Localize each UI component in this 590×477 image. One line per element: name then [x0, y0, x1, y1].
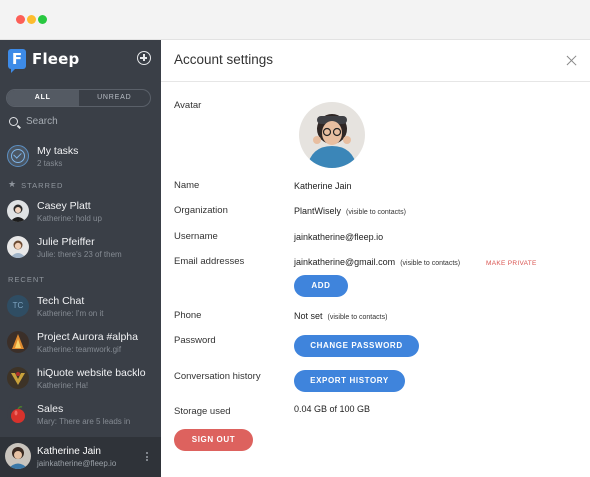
- conversation-preview: Mary: There are 5 leads in: [37, 417, 131, 426]
- conversation-filter: ALL UNREAD: [6, 89, 151, 107]
- sidebar: F Fleep ALL UNREAD Search My tasks 2 tas…: [0, 40, 161, 477]
- phone-label: Phone: [174, 310, 202, 321]
- email-label: Email addresses: [174, 256, 245, 267]
- conversation-name: Project Aurora #alpha: [37, 331, 138, 343]
- avatar-label: Avatar: [174, 100, 202, 111]
- section-label: STARRED: [21, 180, 64, 190]
- search-bar[interactable]: Search: [9, 116, 58, 127]
- current-user-bar[interactable]: Katherine Jain jainkatherine@fleep.io: [0, 437, 161, 477]
- conversation-name: Sales: [37, 403, 64, 415]
- star-icon: ★: [8, 180, 18, 190]
- conversation-item-julie-pfeiffer[interactable]: Julie Pfeiffer Julie: there's 23 of them: [0, 231, 161, 267]
- conversation-preview: Katherine: hold up: [37, 214, 102, 223]
- starred-section-header: ★ STARRED: [8, 180, 63, 190]
- user-name: Katherine Jain: [37, 446, 101, 457]
- more-options-icon[interactable]: [146, 452, 149, 463]
- avatar: [7, 331, 29, 353]
- conversation-name: Casey Platt: [37, 200, 91, 212]
- app-name: Fleep: [32, 50, 80, 68]
- conversation-item-project-aurora[interactable]: Project Aurora #alpha Katherine: teamwor…: [0, 326, 161, 362]
- visibility-note: (visible to contacts): [327, 314, 388, 321]
- conversation-preview: 2 tasks: [37, 159, 63, 168]
- organization-value: PlantWisely (visible to contacts): [294, 206, 406, 216]
- search-icon: [9, 117, 18, 126]
- filter-all-tab[interactable]: ALL: [7, 90, 79, 106]
- conversation-name: Tech Chat: [37, 295, 85, 307]
- make-private-link[interactable]: MAKE PRIVATE: [486, 260, 537, 267]
- storage-label: Storage used: [174, 406, 231, 417]
- conversation-item-hiquote[interactable]: hiQuote website backlo Katherine: Ha!: [0, 362, 161, 398]
- filter-unread-tab[interactable]: UNREAD: [79, 90, 151, 106]
- search-input[interactable]: Search: [26, 116, 58, 127]
- close-icon[interactable]: [566, 55, 577, 66]
- profile-avatar[interactable]: [299, 102, 365, 168]
- organization-text[interactable]: PlantWisely: [294, 206, 341, 216]
- recent-section-header: RECENT: [8, 275, 45, 284]
- settings-header: Account settings: [161, 40, 590, 82]
- name-value[interactable]: Katherine Jain: [294, 181, 352, 191]
- conversation-name: hiQuote website backlo: [37, 367, 146, 379]
- conversation-preview: Katherine: teamwork.gif: [37, 345, 122, 354]
- change-password-button[interactable]: CHANGE PASSWORD: [294, 335, 419, 357]
- export-history-button[interactable]: EXPORT HISTORY: [294, 370, 405, 392]
- avatar: [7, 236, 29, 258]
- avatar: [7, 200, 29, 222]
- organization-label: Organization: [174, 205, 228, 216]
- conversation-name: My tasks: [37, 145, 79, 157]
- close-window-button[interactable]: [16, 15, 25, 24]
- add-email-button[interactable]: ADD: [294, 275, 348, 297]
- my-tasks-item[interactable]: My tasks 2 tasks: [0, 140, 161, 176]
- page-title: Account settings: [174, 52, 274, 67]
- conversation-preview: Julie: there's 23 of them: [37, 250, 122, 259]
- phone-value: Not set (visible to contacts): [294, 311, 387, 321]
- conversation-name: Julie Pfeiffer: [37, 236, 95, 248]
- password-label: Password: [174, 335, 216, 346]
- section-label: RECENT: [8, 275, 45, 284]
- conversation-preview: Katherine: Ha!: [37, 381, 89, 390]
- tasks-icon: [7, 145, 29, 167]
- minimize-window-button[interactable]: [27, 15, 36, 24]
- app-window: F Fleep ALL UNREAD Search My tasks 2 tas…: [0, 0, 590, 477]
- avatar: TC: [7, 295, 29, 317]
- name-label: Name: [174, 180, 200, 191]
- visibility-note: (visible to contacts): [346, 209, 406, 216]
- email-text: jainkatherine@gmail.com: [294, 257, 396, 267]
- apple-avatar-icon: [7, 403, 29, 425]
- phone-text[interactable]: Not set: [294, 311, 323, 321]
- storage-value: 0.04 GB of 100 GB: [294, 404, 371, 414]
- fleep-logo-icon: F: [8, 49, 26, 73]
- window-titlebar: [0, 0, 590, 40]
- new-conversation-icon[interactable]: [137, 51, 151, 65]
- email-value: jainkatherine@gmail.com (visible to conta…: [294, 257, 460, 267]
- user-avatar: [5, 443, 31, 469]
- conversation-item-tech-chat[interactable]: TC Tech Chat Katherine: I'm on it: [0, 290, 161, 326]
- fleep-logo: F Fleep: [8, 49, 80, 73]
- user-email: jainkatherine@fleep.io: [37, 459, 117, 468]
- username-label: Username: [174, 231, 218, 242]
- maximize-window-button[interactable]: [38, 15, 47, 24]
- visibility-note: (visible to contacts): [400, 260, 461, 267]
- history-label: Conversation history: [174, 371, 261, 382]
- conversation-preview: Katherine: I'm on it: [37, 309, 104, 318]
- avatar: [7, 367, 29, 389]
- sign-out-button[interactable]: SIGN OUT: [174, 429, 253, 451]
- conversation-item-sales[interactable]: Sales Mary: There are 5 leads in: [0, 398, 161, 434]
- conversation-item-casey-platt[interactable]: Casey Platt Katherine: hold up: [0, 195, 161, 231]
- username-value: jainkatherine@fleep.io: [294, 232, 384, 242]
- account-settings-panel: Account settings Avatar Name Katherine J…: [161, 40, 590, 477]
